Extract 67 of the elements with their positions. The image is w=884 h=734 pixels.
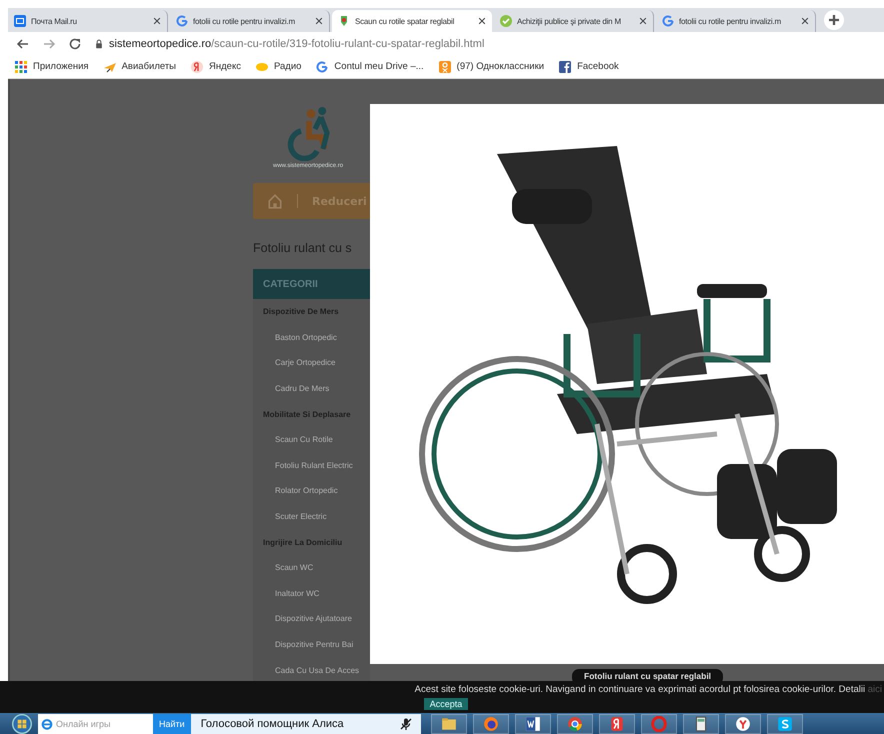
chrome-icon bbox=[566, 716, 583, 732]
sidebar-item[interactable]: Carje Ortopedice bbox=[253, 350, 370, 376]
sidebar-item[interactable]: Scaun WC bbox=[253, 554, 370, 581]
search-button[interactable]: Найти bbox=[153, 714, 191, 734]
yandex-icon bbox=[608, 716, 625, 732]
taskbar-app[interactable] bbox=[766, 714, 803, 734]
sidebar-title: CATEGORII bbox=[253, 269, 370, 299]
page-heading: Fotoliu rulant cu s bbox=[253, 241, 352, 255]
sidebar-item[interactable]: Inaltator WC bbox=[253, 580, 370, 606]
taskbar-app[interactable] bbox=[724, 714, 761, 734]
close-icon[interactable] bbox=[314, 16, 324, 26]
bookmark[interactable]: (97) Одноклассники bbox=[438, 60, 544, 74]
back-icon[interactable] bbox=[16, 36, 30, 50]
browser-tab[interactable]: Scaun cu rotile spatar reglabil bbox=[332, 10, 492, 32]
taskbar-app[interactable] bbox=[682, 714, 719, 734]
sidebar-item[interactable]: Dispozitive Pentru Bai bbox=[253, 632, 370, 658]
accept-button[interactable]: Accepta bbox=[424, 698, 468, 710]
sidebar-item[interactable]: Fotoliu Rulant Electric bbox=[253, 452, 370, 478]
close-icon[interactable] bbox=[638, 16, 648, 26]
yandex-icon bbox=[190, 60, 204, 74]
cookie-notice: Acest site foloseste cookie-uri. Navigand in continuare va exprimati acordul pt folosirea cookie-urilor. Detalii aici bbox=[414, 684, 882, 695]
image-caption: Fotoliu rulant cu spatar reglabil bbox=[572, 669, 724, 681]
sidebar-item[interactable]: Cada Cu Usa De Acces bbox=[253, 657, 370, 681]
ie-icon bbox=[41, 718, 53, 730]
taskbar-app[interactable] bbox=[556, 714, 593, 734]
close-icon[interactable] bbox=[800, 16, 810, 26]
google-icon bbox=[315, 60, 330, 74]
opera-icon bbox=[650, 716, 667, 732]
google-icon bbox=[175, 14, 189, 28]
check-circle-icon bbox=[499, 14, 513, 28]
bookmark[interactable]: Радио bbox=[254, 60, 302, 74]
sidebar-item[interactable]: Baston Ortopedic bbox=[253, 324, 370, 350]
sidebar-item[interactable]: Scuter Electric bbox=[253, 504, 370, 530]
y-browser-icon bbox=[734, 716, 751, 732]
odnoklassniki-icon bbox=[438, 60, 452, 74]
bookmark[interactable]: Facebook bbox=[558, 60, 619, 74]
word-icon bbox=[524, 716, 541, 732]
bookmark[interactable]: Авиабилеты bbox=[102, 60, 176, 74]
lock-icon bbox=[94, 38, 104, 48]
details-link[interactable]: aici bbox=[868, 684, 882, 695]
close-icon[interactable] bbox=[477, 16, 487, 26]
reload-icon[interactable] bbox=[68, 36, 82, 50]
sidebar-item[interactable]: Rolator Ortopedic bbox=[253, 478, 370, 504]
apps-icon bbox=[14, 60, 28, 74]
address-field[interactable]: sistemeortopedice.ro/scaun-cu-rotile/319-fotoliu-rulant-cu-spatar-reglabil.html bbox=[109, 38, 484, 50]
bookmark[interactable]: Яндекс bbox=[190, 60, 241, 74]
bookmark[interactable]: Приложения bbox=[14, 60, 89, 74]
skype-icon bbox=[776, 716, 793, 732]
sidebar-item[interactable]: Scaun Cu Rotile bbox=[253, 426, 370, 453]
folder-icon bbox=[440, 716, 457, 732]
sidebar-item[interactable]: Cadru De Mers bbox=[253, 376, 370, 402]
search-field[interactable]: Онлайн игры bbox=[38, 714, 153, 734]
taskbar-app[interactable] bbox=[472, 714, 509, 734]
start-button[interactable] bbox=[12, 714, 32, 734]
firefox-icon bbox=[482, 716, 499, 732]
google-icon bbox=[661, 14, 675, 28]
sidebar-item[interactable]: Dispozitive Ajutatoare bbox=[253, 606, 370, 632]
mail-icon bbox=[13, 14, 27, 28]
assistant-field[interactable]: Голосовой помощник Алиса bbox=[190, 714, 421, 734]
taskbar-app[interactable] bbox=[430, 714, 467, 734]
new-tab-icon[interactable] bbox=[824, 10, 844, 30]
taskbar-app[interactable] bbox=[514, 714, 551, 734]
close-icon[interactable] bbox=[152, 16, 162, 26]
mute-microphone-icon[interactable] bbox=[398, 717, 413, 731]
bookmark[interactable]: Contul meu Drive –... bbox=[315, 60, 424, 74]
taskbar-app[interactable] bbox=[598, 714, 635, 734]
facebook-icon bbox=[558, 60, 572, 74]
